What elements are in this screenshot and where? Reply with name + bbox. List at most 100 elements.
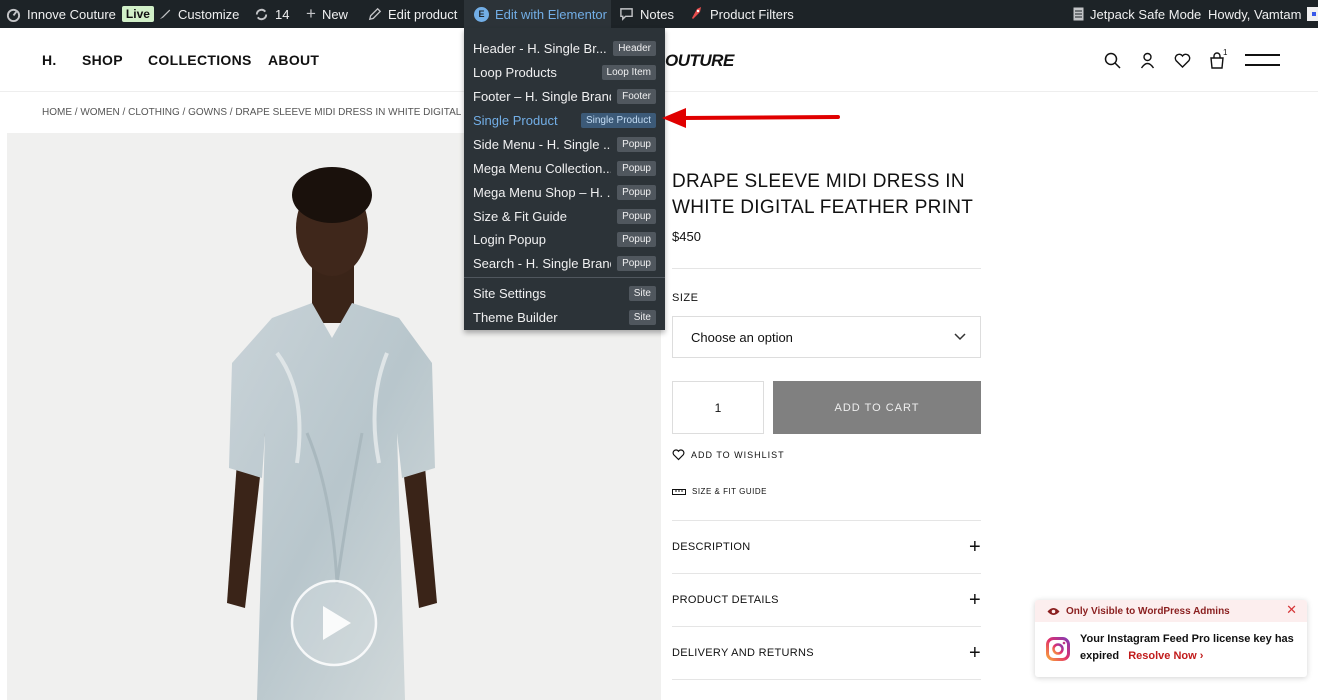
document-icon	[1073, 7, 1084, 21]
menu-item-footer[interactable]: Footer – H. Single Brand Footer	[464, 84, 665, 108]
type-badge: Footer	[617, 88, 656, 104]
menu-item-theme-builder[interactable]: Theme Builder Site	[464, 305, 665, 329]
close-icon[interactable]: ✕	[1286, 602, 1297, 618]
resolve-now-link[interactable]: Resolve Now ›	[1128, 650, 1203, 662]
type-badge: Loop Item	[601, 64, 656, 80]
menu-item-size-fit-guide[interactable]: Size & Fit Guide Popup	[464, 204, 665, 228]
play-video-icon[interactable]	[289, 578, 379, 668]
edit-with-elementor-item[interactable]: E Edit with Elementor	[464, 0, 611, 28]
chevron-down-icon	[954, 333, 966, 341]
updates-count: 14	[275, 6, 290, 22]
notice-header: Only Visible to WordPress Admins	[1035, 600, 1307, 622]
nav-shop[interactable]: SHOP	[82, 52, 123, 68]
accordion-title: DESCRIPTION	[672, 541, 751, 553]
type-badge: Popup	[617, 231, 656, 247]
type-badge: Popup	[617, 255, 656, 271]
edit-product-item[interactable]: Edit product	[368, 0, 457, 28]
product-title: DRAPE SLEEVE MIDI DRESS IN WHITE DIGITAL…	[672, 171, 974, 218]
size-select-value: Choose an option	[691, 329, 793, 345]
accordion-product-details[interactable]: PRODUCT DETAILS +	[672, 590, 981, 610]
instagram-license-notice: Only Visible to WordPress Admins ✕ Your …	[1035, 600, 1307, 677]
size-select[interactable]: Choose an option	[672, 316, 981, 358]
nav-home[interactable]: H.	[42, 52, 57, 68]
menu-separator	[464, 277, 665, 278]
add-to-cart-button[interactable]: ADD TO CART	[773, 381, 981, 434]
menu-item-header[interactable]: Header - H. Single Br... Header	[464, 36, 665, 60]
type-badge: Header	[613, 40, 656, 56]
size-fit-label: SIZE & FIT GUIDE	[692, 487, 767, 496]
type-badge: Single Product	[580, 112, 656, 128]
type-badge: Popup	[617, 136, 656, 152]
updates-item[interactable]: 14	[254, 0, 289, 28]
howdy-label: Howdy, Vamtam	[1208, 6, 1302, 22]
hamburger-menu-icon[interactable]	[1245, 53, 1280, 67]
menu-item-loop-products[interactable]: Loop Products Loop Item	[464, 60, 665, 84]
search-icon[interactable]	[1104, 52, 1121, 69]
red-arrow-annotation	[662, 108, 840, 128]
wishlist-label: ADD TO WISHLIST	[691, 450, 785, 460]
menu-item-mega-menu-shop[interactable]: Mega Menu Shop – H. ... Popup	[464, 180, 665, 204]
menu-item-site-settings[interactable]: Site Settings Site	[464, 281, 665, 305]
menu-item-search[interactable]: Search - H. Single Brand Popup	[464, 251, 665, 275]
breadcrumb[interactable]: HOME / WOMEN / CLOTHING / GOWNS / DRAPE …	[42, 107, 483, 118]
menu-item-login-popup[interactable]: Login Popup Popup	[464, 227, 665, 251]
notice-message: Your Instagram Feed Pro license key has …	[1080, 631, 1300, 665]
menu-item-single-product[interactable]: Single Product Single Product	[464, 108, 665, 132]
menu-item-mega-menu-collection[interactable]: Mega Menu Collection... Popup	[464, 156, 665, 180]
quantity-input[interactable]: 1	[672, 381, 764, 434]
site-logo[interactable]: OUTURE	[665, 51, 734, 71]
divider	[672, 573, 981, 574]
elementor-icon: E	[474, 6, 489, 22]
elementor-dropdown-menu: Header - H. Single Br... Header Loop Prod…	[464, 28, 665, 330]
new-label: New	[321, 6, 348, 22]
plus-icon: +	[969, 642, 981, 664]
dashboard-icon	[6, 8, 21, 22]
product-price: $450	[672, 229, 701, 244]
cart-count: 1	[1223, 48, 1228, 57]
site-name: Innove Couture	[27, 6, 116, 22]
eye-icon	[1047, 607, 1060, 615]
notice-header-text: Only Visible to WordPress Admins	[1066, 605, 1230, 617]
plus-icon: +	[969, 536, 981, 558]
jetpack-label: Jetpack Safe Mode	[1090, 6, 1202, 22]
divider	[672, 268, 981, 269]
live-badge: Live	[121, 6, 154, 22]
nav-about[interactable]: ABOUT	[268, 52, 319, 68]
notes-label: Notes	[640, 6, 674, 22]
type-badge: Site	[628, 309, 656, 325]
accordion-description[interactable]: DESCRIPTION +	[672, 537, 981, 557]
updates-icon	[255, 8, 268, 20]
product-filters-item[interactable]: Product Filters	[688, 0, 794, 28]
avatar	[1307, 7, 1318, 21]
instagram-icon	[1046, 637, 1070, 661]
wp-admin-bar: Innove Couture Live Customize 14 + New E…	[0, 0, 1318, 28]
pencil-icon	[368, 7, 382, 21]
user-icon[interactable]	[1140, 52, 1155, 69]
size-label: SIZE	[672, 292, 699, 304]
customize-item[interactable]: Customize	[158, 0, 239, 28]
account-item[interactable]: Howdy, Vamtam	[1208, 0, 1318, 28]
heart-icon[interactable]	[1174, 53, 1191, 69]
size-fit-guide-link[interactable]: SIZE & FIT GUIDE	[672, 487, 767, 496]
divider	[672, 520, 981, 521]
accordion-title: DELIVERY AND RETURNS	[672, 647, 814, 659]
type-badge: Popup	[617, 184, 656, 200]
rocket-icon	[692, 7, 701, 19]
notes-item[interactable]: Notes	[619, 0, 674, 28]
edit-elementor-label: Edit with Elementor	[495, 6, 607, 22]
type-badge: Popup	[617, 208, 656, 224]
plus-icon: +	[969, 589, 981, 611]
accordion-delivery-returns[interactable]: DELIVERY AND RETURNS +	[672, 643, 981, 663]
accordion-title: PRODUCT DETAILS	[672, 594, 779, 606]
site-name-item[interactable]: Innove Couture Live	[6, 0, 154, 28]
add-to-wishlist-link[interactable]: ADD TO WISHLIST	[672, 449, 785, 461]
product-filters-label: Product Filters	[710, 6, 794, 22]
jetpack-item[interactable]: Jetpack Safe Mode	[1073, 0, 1201, 28]
type-badge: Popup	[617, 160, 656, 176]
plus-icon: +	[306, 4, 316, 23]
edit-product-label: Edit product	[388, 6, 458, 22]
nav-collections[interactable]: COLLECTIONS	[148, 52, 252, 68]
menu-item-side-menu[interactable]: Side Menu - H. Single ... Popup	[464, 132, 665, 156]
new-content-item[interactable]: + New	[306, 0, 348, 28]
type-badge: Site	[628, 285, 656, 301]
